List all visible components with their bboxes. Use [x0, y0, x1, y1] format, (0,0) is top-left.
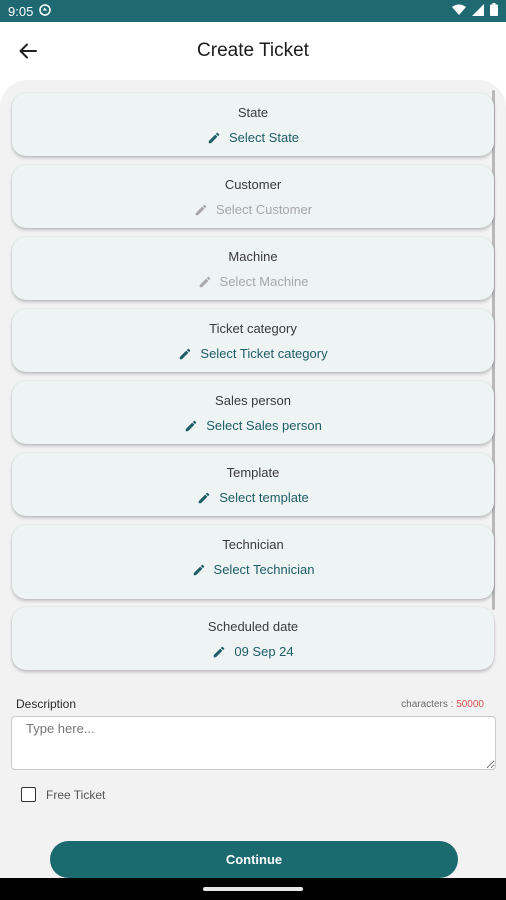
free-ticket-label: Free Ticket	[46, 787, 106, 802]
card-label: Customer	[224, 177, 282, 192]
card-label: Machine	[228, 249, 278, 264]
continue-button[interactable]: Continue	[50, 841, 458, 878]
card-value: Select Sales person	[12, 418, 494, 433]
technician-selector[interactable]: Technician Select Technician	[12, 525, 494, 599]
notification-icon	[39, 3, 52, 19]
arrow-back-icon	[19, 43, 37, 59]
template-selector[interactable]: Template Select template	[12, 453, 494, 516]
card-value: Select Technician	[12, 562, 494, 577]
edit-icon	[184, 419, 198, 433]
character-counter: characters : 50000	[401, 699, 484, 710]
home-indicator[interactable]	[203, 887, 303, 891]
card-label: Ticket category	[209, 321, 297, 336]
card-value: Select Customer	[12, 202, 494, 217]
card-value: Select template	[12, 490, 494, 505]
edit-icon	[212, 645, 226, 659]
edit-icon	[194, 203, 208, 217]
state-selector[interactable]: State Select State	[12, 93, 494, 156]
edit-icon	[207, 131, 221, 145]
card-value: Select Ticket category	[12, 346, 494, 361]
status-bar: 9:05	[0, 0, 506, 22]
description-input[interactable]	[11, 716, 496, 770]
card-value: Select State	[12, 130, 494, 145]
edit-icon	[178, 347, 192, 361]
character-count: 50000	[456, 699, 484, 710]
card-label: State	[237, 105, 269, 120]
edit-icon	[192, 563, 206, 577]
free-ticket-checkbox-row[interactable]: Free Ticket	[21, 787, 105, 802]
ticket-category-selector[interactable]: Ticket category Select Ticket category	[12, 309, 494, 372]
sales-person-selector[interactable]: Sales person Select Sales person	[12, 381, 494, 444]
card-label: Sales person	[215, 393, 291, 408]
page-title: Create Ticket	[197, 40, 309, 61]
app-bar: Create Ticket	[0, 22, 506, 80]
character-counter-label: characters :	[401, 699, 457, 710]
wifi-icon	[452, 4, 466, 19]
card-value: Select Machine	[12, 274, 494, 289]
machine-selector[interactable]: Machine Select Machine	[12, 237, 494, 300]
description-label: Description	[16, 697, 77, 711]
edit-icon	[198, 275, 212, 289]
card-label: Template	[226, 465, 280, 480]
edit-icon	[197, 491, 211, 505]
free-ticket-checkbox[interactable]	[21, 787, 36, 802]
battery-icon	[490, 3, 498, 19]
signal-icon	[472, 3, 484, 19]
scheduled-date-selector[interactable]: Scheduled date 09 Sep 24	[12, 607, 494, 670]
card-label: Scheduled date	[207, 619, 299, 634]
status-time: 9:05	[8, 3, 34, 19]
card-label: Technician	[222, 537, 284, 552]
customer-selector[interactable]: Customer Select Customer	[12, 165, 494, 228]
card-value: 09 Sep 24	[12, 644, 494, 659]
back-button[interactable]	[14, 37, 42, 65]
